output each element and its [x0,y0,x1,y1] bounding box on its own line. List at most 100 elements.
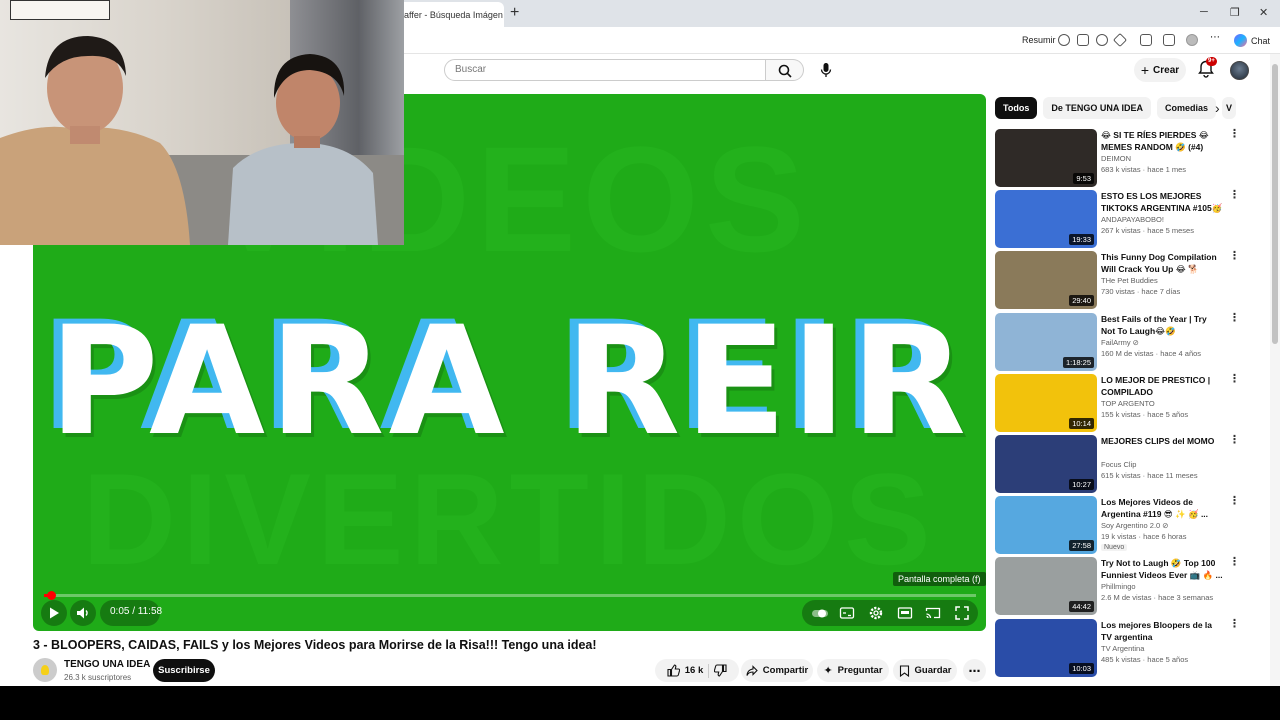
more-options-icon[interactable]: ⋮ [1229,251,1240,262]
recommended-channel[interactable]: ANDAPAYABOBO! [1101,215,1164,224]
profile-icon[interactable] [1186,34,1198,46]
recommended-title[interactable]: LO MEJOR DE PRESTICO | COMPILADO [1101,374,1223,398]
grid-icon[interactable] [1077,34,1089,46]
video-thumbnail[interactable]: 44:42 [995,557,1097,616]
recommended-video[interactable]: 1:18:25 Best Fails of the Year | Try Not… [995,312,1240,371]
thumbs-up-icon [667,664,680,677]
recommended-video[interactable]: 29:40 This Funny Dog Compilation Will Cr… [995,251,1240,310]
recommended-meta: 267 k vistas · hace 5 meses [1101,226,1194,236]
browser-tab[interactable]: affer - Búsqueda Imágen ✕ [396,2,504,27]
zoom-icon[interactable] [1096,34,1108,46]
thumbs-down-icon[interactable] [714,664,727,677]
recommended-title[interactable]: Try Not to Laugh 🤣 Top 100 Funniest Vide… [1101,557,1223,581]
more-options-icon[interactable]: ⋮ [1229,373,1240,384]
recommended-title[interactable]: ESTO ES LOS MEJORES TIKTOKS ARGENTINA #1… [1101,190,1223,214]
extensions-icon[interactable] [1140,34,1152,46]
close-window-button[interactable]: ✕ [1259,6,1268,19]
settings-button[interactable] [868,605,884,621]
account-avatar[interactable] [1230,61,1249,80]
recommended-channel[interactable]: TV Argentina [1101,644,1144,653]
chat-label: Chat [1251,35,1271,46]
chip-channel[interactable]: De TENGO UNA IDEA [1043,97,1152,119]
search-input[interactable]: Buscar [444,59,766,81]
fullscreen-icon [955,606,969,620]
channel-avatar[interactable] [33,658,57,682]
recommended-channel[interactable]: Focus Clip [1101,460,1136,469]
video-thumbnail[interactable]: 10:27 [995,435,1097,493]
scrollbar-thumb[interactable] [1272,64,1278,344]
more-options-icon[interactable]: ⋮ [1229,557,1240,568]
save-button[interactable]: Guardar [893,659,957,682]
video-thumbnail[interactable]: 27:58 [995,496,1097,555]
recommended-title[interactable]: MEJORES CLIPS del MOMO [1101,435,1223,447]
more-options-icon[interactable]: ⋮ [1229,618,1240,629]
chip-comedias[interactable]: Comedias [1157,97,1217,119]
page-scrollbar[interactable] [1270,54,1280,686]
recommended-channel[interactable]: Soy Argentino 2.0 ⊘ [1101,521,1169,530]
plus-icon: + [1140,62,1150,78]
cast-button[interactable] [925,605,941,621]
channel-name[interactable]: TENGO UNA IDEA [64,659,150,670]
maximize-button[interactable]: ❐ [1230,6,1240,19]
autoplay-toggle[interactable] [811,605,828,621]
video-thumbnail[interactable]: 10:03 [995,618,1097,677]
more-actions-button[interactable]: ⋯ [963,659,986,682]
minimize-button[interactable]: ─ [1200,6,1208,18]
video-thumbnail[interactable]: 9:53 [995,129,1097,187]
more-menu-icon[interactable]: ⋯ [1210,32,1222,44]
recommended-channel[interactable]: TOP ARGENTO [1101,399,1155,408]
share-button[interactable]: Compartir [741,659,813,682]
recommended-title[interactable]: Los Mejores Videos de Argentina #119 😎 ✨… [1101,496,1223,520]
summary-icon[interactable] [1058,34,1070,46]
video-duration: 10:03 [1069,662,1094,674]
video-thumbnail[interactable]: 19:33 [995,190,1097,249]
more-options-icon[interactable]: ⋮ [1229,496,1240,507]
chevron-right-icon[interactable]: › [1215,100,1220,116]
copilot-icon [1234,34,1247,47]
sparkle-icon: ✦ [823,665,833,677]
recommended-video[interactable]: 27:58 Los Mejores Videos de Argentina #1… [995,496,1240,555]
favorites-icon[interactable] [1163,34,1175,46]
play-button[interactable] [46,605,62,621]
ask-button[interactable]: ✦ Preguntar [817,659,889,682]
recommended-title[interactable]: Los mejores Bloopers de la TV argentina [1101,619,1223,643]
recommended-video[interactable]: 10:14 LO MEJOR DE PRESTICO | COMPILADO T… [995,373,1240,432]
more-options-icon[interactable]: ⋮ [1229,190,1240,201]
progress-bar[interactable] [44,591,976,600]
create-button[interactable]: + Crear [1134,58,1186,82]
miniplayer-button[interactable] [897,605,913,621]
video-thumbnail[interactable]: 10:14 [995,373,1097,432]
chat-button[interactable]: Chat [1234,34,1270,47]
subtitles-button[interactable] [839,605,855,621]
subscribe-button[interactable]: Suscribirse [153,659,215,682]
favorite-star-icon[interactable] [1112,32,1128,48]
video-thumbnail[interactable]: 29:40 [995,251,1097,310]
more-options-icon[interactable]: ⋮ [1229,312,1240,323]
recommended-video[interactable]: 10:03 Los mejores Bloopers de la TV arge… [995,618,1240,677]
chip-partial[interactable]: V [1222,97,1237,119]
recommended-channel[interactable]: THe Pet Buddies [1101,276,1158,285]
resumir-button[interactable]: Resumir [1022,35,1056,45]
recommended-title[interactable]: This Funny Dog Compilation Will Crack Yo… [1101,251,1223,275]
volume-button[interactable] [75,605,91,621]
recommended-video[interactable]: 19:33 ESTO ES LOS MEJORES TIKTOKS ARGENT… [995,190,1240,249]
more-options-icon[interactable]: ⋮ [1229,435,1240,446]
recommended-title[interactable]: Best Fails of the Year | Try Not To Laug… [1101,313,1223,337]
more-options-icon[interactable]: ⋮ [1229,129,1240,140]
scrubber-handle[interactable] [46,591,56,600]
voice-search-button[interactable] [814,58,838,82]
recommended-channel[interactable]: FailArmy ⊘ [1101,338,1139,347]
recommended-video[interactable]: 44:42 Try Not to Laugh 🤣 Top 100 Funnies… [995,557,1240,616]
recommended-title[interactable]: 😂 SI TE RÍES PIERDES 😂 MEMES RANDOM 🤣 (#… [1101,129,1223,153]
recommended-video[interactable]: 10:27 MEJORES CLIPS del MOMO Focus Clip … [995,435,1240,493]
chip-todos[interactable]: Todos [995,97,1038,119]
video-thumbnail[interactable]: 1:18:25 [995,312,1097,371]
search-button[interactable] [766,59,804,81]
fullscreen-button[interactable] [954,605,970,621]
recommended-channel[interactable]: Phillmingo [1101,582,1136,591]
recommended-video[interactable]: 9:53 😂 SI TE RÍES PIERDES 😂 MEMES RANDOM… [995,129,1240,187]
new-tab-button[interactable]: + [510,5,519,21]
recommended-channel[interactable]: DEIMON [1101,154,1131,163]
video-duration: 44:42 [1069,601,1094,613]
like-button[interactable]: 16 k [667,664,703,677]
